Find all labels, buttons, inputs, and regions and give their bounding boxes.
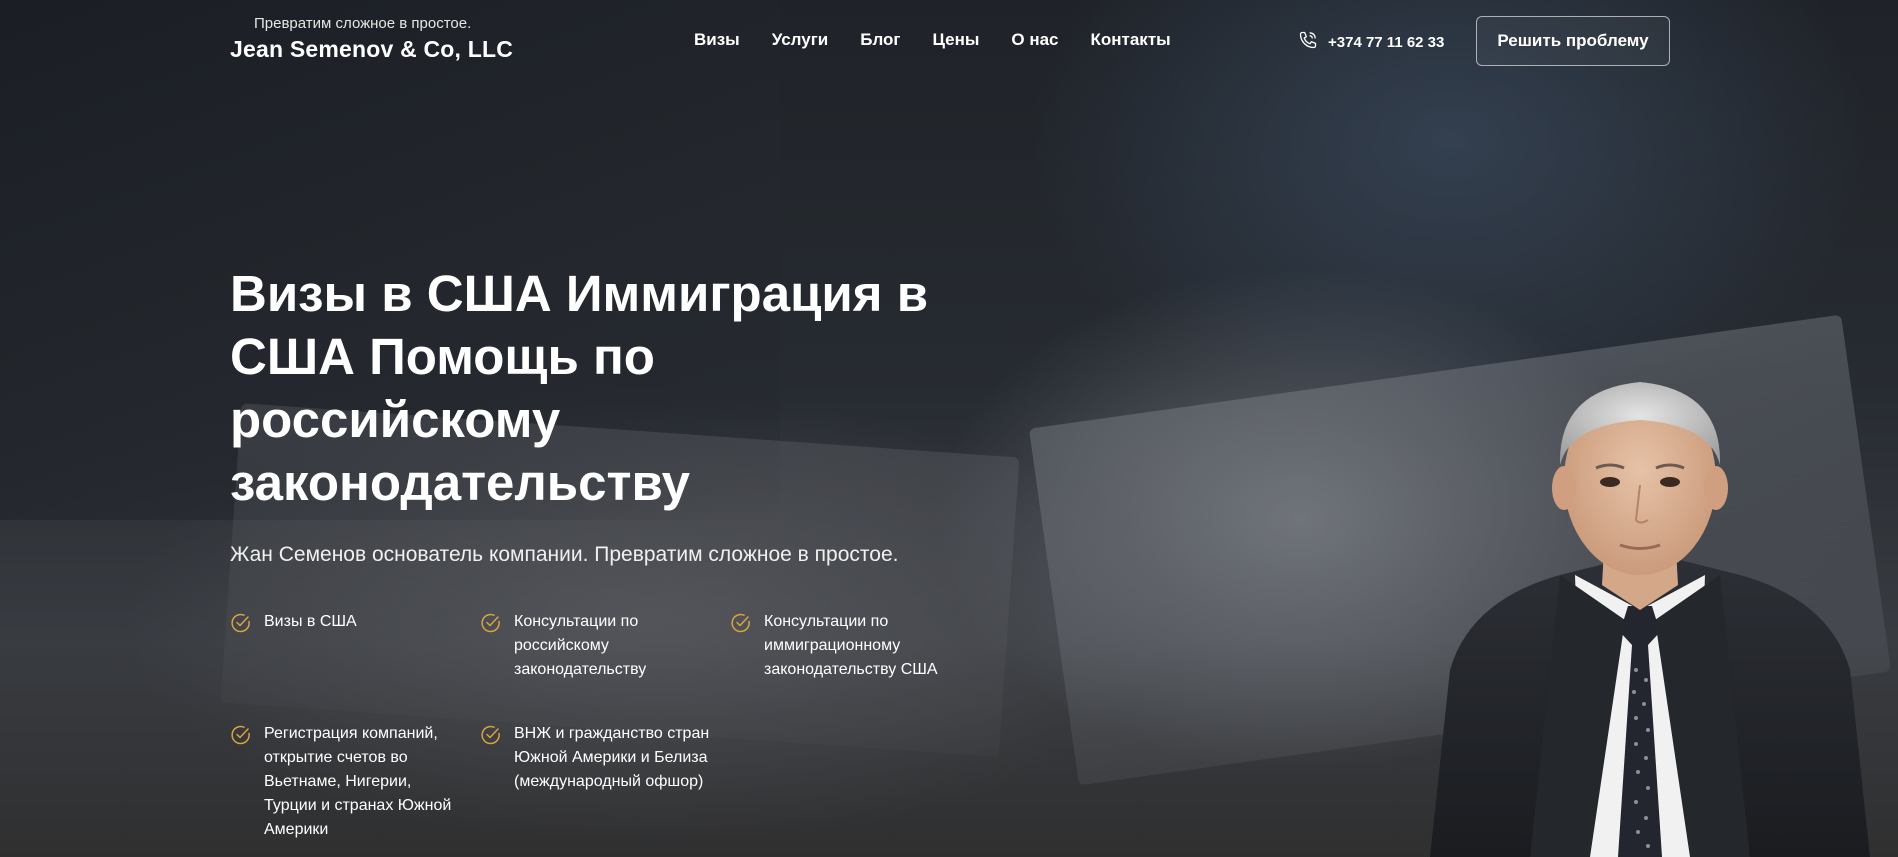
phone-number: +374 77 11 62 33 [1328,33,1445,51]
founder-portrait [1430,382,1870,857]
feature-text: Регистрация компаний, открытие счетов во… [264,725,452,838]
feature-text: Консультации по российскому законодатель… [514,613,647,678]
brand-logo[interactable]: Превратим сложное в простое. Jean Semeno… [230,14,513,64]
check-circle-icon [231,613,250,633]
brand-tagline: Превратим сложное в простое. [254,15,472,32]
check-circle-icon [731,613,750,633]
feature-item: Визы в США [230,610,464,634]
check-circle-icon [231,725,250,745]
main-nav: Визы Услуги Блог Цены О нас Контакты [694,30,1203,50]
hero-subtitle: Жан Семенов основатель компании. Преврат… [230,543,899,566]
nav-item-prices[interactable]: Цены [933,30,980,50]
nav-item-blog[interactable]: Блог [860,30,900,50]
phone-icon [1298,30,1318,54]
feature-item: ВНЖ и гражданство стран Южной Америки и … [480,722,714,794]
hero-section: Превратим сложное в простое. Jean Semeno… [0,0,1898,857]
solve-problem-button[interactable]: Решить проблему [1476,16,1670,66]
feature-text: ВНЖ и гражданство стран Южной Америки и … [514,725,710,790]
feature-item: Регистрация компаний, открытие счетов во… [230,722,464,842]
feature-item: Консультации по иммиграционному законода… [730,610,964,682]
check-circle-icon [481,725,500,745]
brand-name: Jean Semenov & Co, LLC [230,36,514,62]
nav-item-visas[interactable]: Визы [694,30,740,50]
check-circle-icon [481,613,500,633]
feature-item: Консультации по российскому законодатель… [480,610,714,682]
feature-text: Консультации по иммиграционному законода… [764,613,938,678]
phone-link[interactable]: +374 77 11 62 33 [1298,30,1444,54]
nav-item-about[interactable]: О нас [1011,30,1058,50]
nav-item-contacts[interactable]: Контакты [1091,30,1171,50]
nav-item-services[interactable]: Услуги [772,30,829,50]
feature-text: Визы в США [264,613,357,630]
site-header: Превратим сложное в простое. Jean Semeno… [0,0,1898,82]
hero-title: Визы в США Иммиграция в США Помощь по ро… [230,265,929,511]
